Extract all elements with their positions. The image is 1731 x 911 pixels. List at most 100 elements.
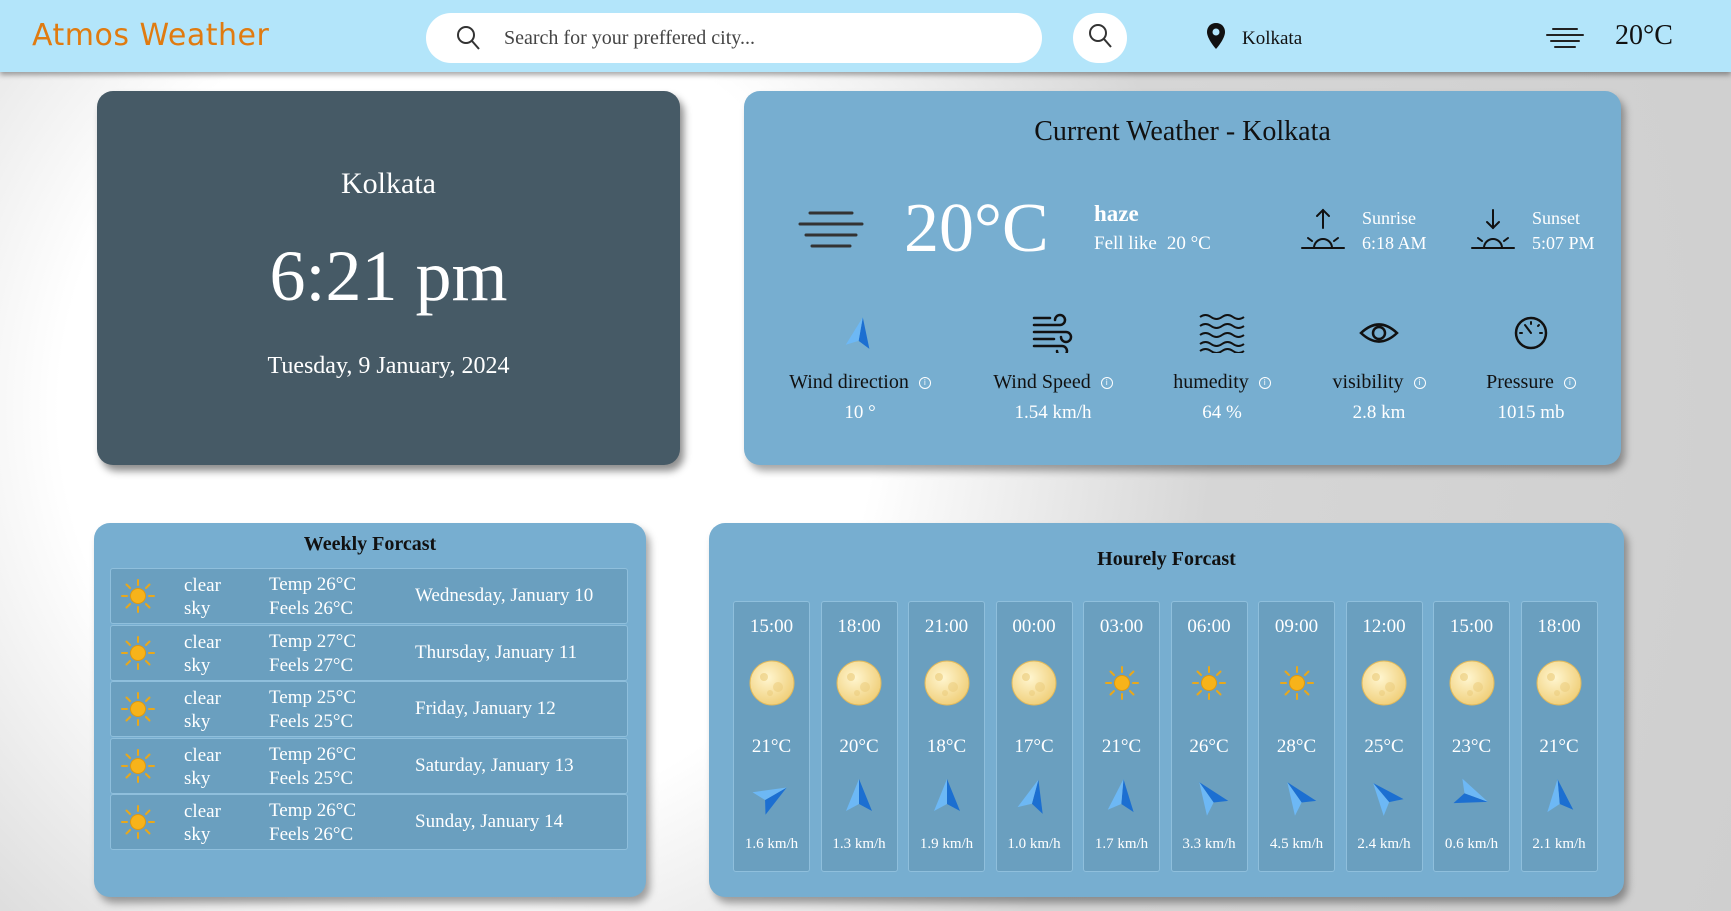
weekly-temp: Temp 26°C (269, 743, 357, 765)
hourly-wind-speed: 1.7 km/h (1094, 836, 1149, 852)
info-icon[interactable]: i (1413, 376, 1426, 389)
metric-pressure: Pressure i 1015 mb (1441, 309, 1621, 424)
location-pin-icon (1206, 22, 1226, 56)
current-location[interactable]: Kolkata (1206, 22, 1302, 56)
hourly-wind-speed: 1.0 km/h (1007, 836, 1061, 852)
hourly-time: 09:00 (1274, 616, 1319, 637)
weekly-description: clear sky (184, 801, 221, 845)
hourly-time: 00:00 (1012, 616, 1056, 637)
hourly-time: 15:00 (1449, 616, 1494, 637)
weekly-temp: Temp 25°C (269, 687, 357, 708)
weekly-temps: Temp 26°C Feels 25°C (269, 743, 356, 791)
hourly-wind-speed: 1.3 km/h (832, 836, 886, 852)
search-bar (426, 13, 1042, 63)
hourly-temp: 21°C (1101, 736, 1142, 757)
weekly-feels: Feels 26°C (269, 598, 354, 619)
feels-like-value: 20 °C (1166, 233, 1211, 254)
hourly-time: 06:00 (1187, 616, 1231, 637)
weekly-day: Friday, January 12 (415, 698, 556, 719)
moon-icon (734, 658, 809, 708)
metric-value: 1015 mb (1497, 402, 1565, 423)
info-icon[interactable]: i (1100, 376, 1113, 389)
hourly-temp: 20°C (839, 736, 879, 757)
info-icon[interactable]: i (918, 376, 931, 389)
hourly-column: 15:00 23°C 0.6 km/h (1433, 601, 1510, 872)
weekly-day: Saturday, January 13 (415, 754, 574, 776)
hourly-temp: 28°C (1276, 736, 1317, 757)
weekly-feels: Feels 26°C (269, 824, 354, 845)
weekly-temps: Temp 25°C Feels 25°C (269, 686, 356, 734)
hourly-column: 18:00 20°C 1.3 km/h (820, 601, 898, 872)
waves-icon (1132, 309, 1312, 357)
weekly-day: Wednesday, January 10 (415, 585, 594, 606)
haze-icon (796, 209, 866, 258)
sun-icon (121, 692, 155, 731)
moon-icon (997, 658, 1072, 708)
wind-direction-arrow-icon (1434, 774, 1509, 818)
weekly-description: clear sky (184, 631, 221, 676)
metric-label: Wind direction (789, 371, 909, 393)
weekly-temps: Temp 27°C Feels 27°C (269, 630, 356, 678)
metric-humidity: humedity i 64 % (1132, 309, 1312, 424)
hourly-temp: 18°C (926, 736, 967, 757)
hourly-time: 18:00 (1537, 616, 1581, 637)
search-icon (1088, 23, 1112, 54)
hourly-wind-speed: 3.3 km/h (1182, 836, 1236, 852)
info-icon[interactable]: i (1258, 376, 1271, 389)
clock-card: Kolkata 6:21 pm Tuesday, 9 January, 2024 (97, 91, 680, 465)
sunset-time: 5:07 PM (1532, 233, 1595, 253)
weekly-temps: Temp 26°C Feels 26°C (269, 799, 356, 847)
search-input[interactable] (504, 23, 1004, 53)
search-icon (456, 25, 480, 56)
sunset-block: Sunset 5:07 PM (1470, 206, 1595, 257)
hourly-temp: 25°C (1364, 736, 1404, 757)
weekly-description: clear sky (184, 575, 221, 619)
sun-icon (121, 635, 155, 675)
weekly-row: clear sky Temp 26°C Feels 26°C Wednesday, J… (110, 568, 628, 624)
sunset-icon (1470, 206, 1516, 257)
hourly-wind-speed: 2.4 km/h (1357, 836, 1411, 852)
weekly-day: Sunday, January 14 (415, 811, 564, 832)
weekly-temp: Temp 26°C (269, 574, 357, 595)
haze-icon (1545, 26, 1585, 55)
metric-label: humedity (1173, 371, 1249, 393)
hourly-column: 18:00 21°C 2.1 km/h (1520, 601, 1598, 872)
metric-value: 10 ° (844, 402, 876, 423)
hourly-column: 12:00 25°C 2.4 km/h (1345, 601, 1423, 872)
weekly-row: clear sky Temp 26°C Feels 25°C Saturday, Ja… (110, 737, 628, 794)
wind-direction-arrow-icon (909, 774, 984, 818)
weekly-temp: Temp 27°C (269, 630, 357, 652)
gauge-icon (1441, 309, 1621, 357)
weekly-feels: Feels 25°C (269, 711, 354, 732)
hourly-forecast-title: Hourely Forcast (1097, 548, 1236, 570)
weekly-feels: Feels 25°C (269, 767, 354, 789)
hourly-wind-speed: 4.5 km/h (1269, 836, 1324, 852)
metric-wind-direction: Wind direction i 10 ° (770, 309, 950, 424)
hourly-time: 03:00 (1099, 616, 1144, 637)
hourly-column: 09:00 28°C 4.5 km/h (1258, 601, 1335, 872)
current-weather-title: Current Weather - Kolkata (1034, 116, 1331, 147)
weekly-temps: Temp 26°C Feels 26°C (269, 573, 356, 621)
sun-icon (121, 748, 155, 788)
moon-icon (822, 658, 897, 708)
metric-wind-speed: Wind Speed i 1.54 km/h (963, 309, 1143, 424)
metric-label: Wind Speed (993, 371, 1091, 393)
feels-like-label: Fell like (1094, 233, 1157, 254)
search-button[interactable] (1073, 13, 1127, 63)
wind-direction-arrow-icon (1347, 774, 1422, 818)
brand-logo[interactable]: Atmos Weather (32, 18, 269, 53)
sun-icon (1172, 658, 1247, 708)
sunset-label: Sunset (1532, 208, 1581, 228)
sun-icon (1259, 658, 1334, 708)
hourly-temp: 26°C (1189, 736, 1229, 757)
moon-icon (1434, 658, 1509, 708)
sun-icon (1084, 658, 1159, 708)
hourly-wind-speed: 0.6 km/h (1444, 836, 1499, 852)
wind-direction-arrow-icon (1172, 774, 1247, 818)
weekly-day: Thursday, January 11 (415, 641, 578, 663)
hourly-time: 12:00 (1362, 616, 1406, 637)
weekly-row: clear sky Temp 25°C Feels 25°C Friday, Janu… (110, 681, 628, 737)
sun-icon (121, 805, 155, 844)
wind-direction-arrow-icon (822, 774, 897, 818)
info-icon[interactable]: i (1563, 376, 1576, 389)
